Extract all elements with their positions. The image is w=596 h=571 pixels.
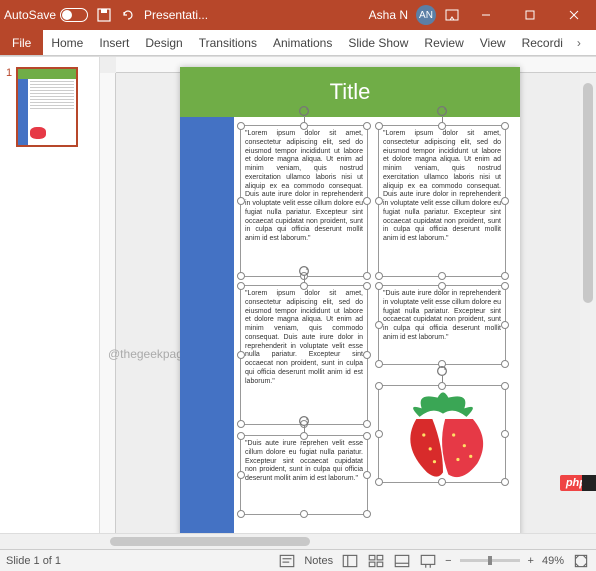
- toggle-track[interactable]: [60, 8, 88, 22]
- textbox-top-left[interactable]: "Lorem ipsum dolor sit amet, consectetur…: [240, 125, 368, 277]
- ruler-vertical: [100, 73, 116, 533]
- textbox-mid-left[interactable]: "Lorem ipsum dolor sit amet, consectetur…: [240, 285, 368, 425]
- fit-window-icon[interactable]: [572, 552, 590, 570]
- rotate-handle-icon[interactable]: [297, 414, 311, 428]
- tab-animations[interactable]: Animations: [265, 30, 340, 55]
- zoom-value[interactable]: 49%: [542, 555, 564, 567]
- scrollbar-thumb[interactable]: [583, 83, 593, 303]
- user-name: Asha N: [369, 8, 408, 22]
- autosave-toggle[interactable]: AutoSave: [4, 8, 88, 22]
- minimize-button[interactable]: [468, 0, 504, 30]
- black-badge: [582, 475, 596, 491]
- sorter-view-icon[interactable]: [367, 552, 385, 570]
- thumbnail-panel: 1: [0, 57, 100, 533]
- textbox-bottom-left[interactable]: "Duis aute irure reprehen velit esse cil…: [240, 435, 368, 515]
- titlebar: AutoSave Presentati... Asha N AN: [0, 0, 596, 30]
- textbox-mid-right[interactable]: "Duis aute irure dolor in reprehenderit …: [378, 285, 506, 365]
- scrollbar-vertical[interactable]: [580, 73, 596, 533]
- notes-button[interactable]: [278, 552, 296, 570]
- scrollbar-thumb[interactable]: [110, 537, 310, 546]
- tab-file[interactable]: File: [0, 30, 43, 55]
- scrollbar-horizontal[interactable]: [0, 533, 596, 549]
- normal-view-icon[interactable]: [341, 552, 359, 570]
- slide-counter: Slide 1 of 1: [6, 555, 61, 567]
- slide-thumbnail[interactable]: [16, 67, 78, 147]
- zoom-in[interactable]: +: [528, 555, 534, 567]
- ribbon-options-icon[interactable]: [444, 7, 460, 23]
- statusbar: Slide 1 of 1 Notes − + 49%: [0, 549, 596, 571]
- thumbnail-number: 1: [6, 67, 12, 523]
- autosave-label: AutoSave: [4, 8, 56, 22]
- rotate-handle-icon[interactable]: [297, 264, 311, 278]
- rotate-handle-icon[interactable]: [435, 364, 449, 378]
- zoom-out[interactable]: −: [445, 555, 451, 567]
- zoom-slider[interactable]: [460, 559, 520, 562]
- notes-label[interactable]: Notes: [304, 555, 333, 567]
- undo-icon[interactable]: [120, 7, 136, 23]
- tab-recording[interactable]: Recordi: [514, 30, 571, 55]
- rotate-handle-icon[interactable]: [297, 104, 311, 118]
- textbox-top-right[interactable]: "Lorem ipsum dolor sit amet, consectetur…: [378, 125, 506, 277]
- reading-view-icon[interactable]: [393, 552, 411, 570]
- slide[interactable]: Title "Lorem ipsum dolor sit amet, conse…: [180, 67, 520, 533]
- rotate-handle-icon[interactable]: [435, 104, 449, 118]
- tab-insert[interactable]: Insert: [91, 30, 137, 55]
- tab-slide-show[interactable]: Slide Show: [340, 30, 416, 55]
- tab-design[interactable]: Design: [137, 30, 190, 55]
- ribbon: File Home Insert Design Transitions Anim…: [0, 30, 596, 56]
- strawberry-icon: [379, 386, 507, 484]
- slideshow-view-icon[interactable]: [419, 552, 437, 570]
- workspace: 1 @thegeekpage.com Title "Lorem ipsum do…: [0, 56, 596, 533]
- toggle-knob: [62, 10, 72, 20]
- slide-sidebar: [180, 117, 234, 533]
- tab-transitions[interactable]: Transitions: [191, 30, 265, 55]
- tab-review[interactable]: Review: [416, 30, 471, 55]
- slide-title[interactable]: Title: [180, 67, 520, 117]
- tab-view[interactable]: View: [472, 30, 514, 55]
- tab-home[interactable]: Home: [43, 30, 91, 55]
- save-icon[interactable]: [96, 7, 112, 23]
- ribbon-overflow[interactable]: ›: [571, 36, 587, 50]
- image-strawberry[interactable]: [378, 385, 506, 483]
- maximize-button[interactable]: [512, 0, 548, 30]
- canvas-area: @thegeekpage.com Title "Lorem ipsum dolo…: [100, 57, 596, 533]
- doc-title: Presentati...: [144, 8, 208, 22]
- user-avatar[interactable]: AN: [416, 5, 436, 25]
- close-button[interactable]: [556, 0, 592, 30]
